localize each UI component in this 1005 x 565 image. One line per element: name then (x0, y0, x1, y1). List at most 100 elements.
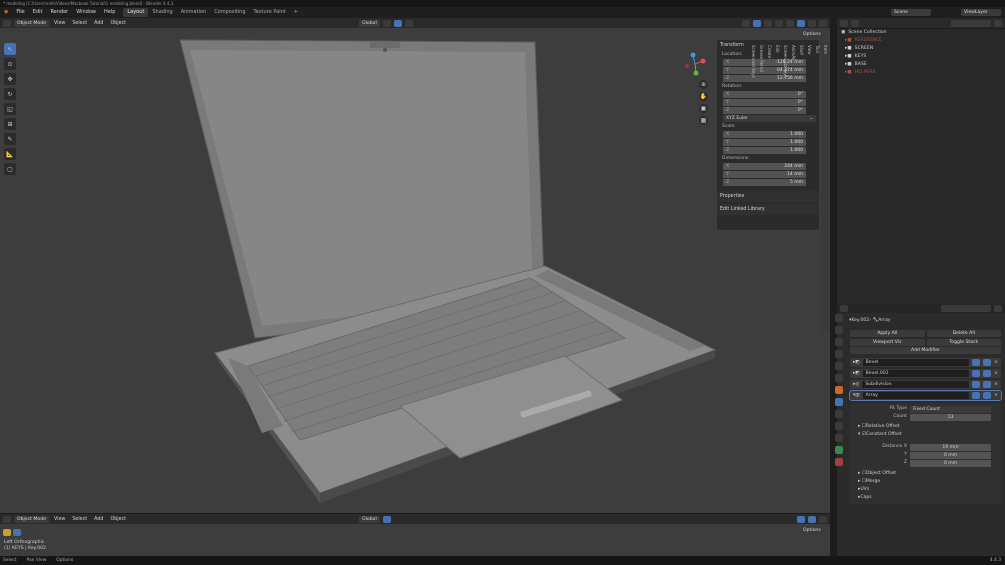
measure-tool-icon[interactable]: 📐 (4, 148, 16, 160)
pin-icon[interactable] (994, 305, 1002, 312)
zoom-icon[interactable]: ⊕ (699, 80, 708, 89)
viewport-toggle-icon[interactable] (983, 381, 992, 388)
viewport-toggle-icon[interactable] (983, 359, 992, 366)
bottom-menu-select[interactable]: Select (70, 517, 89, 522)
sidebar-tab-item[interactable]: Item (821, 42, 829, 332)
output-tab-icon[interactable] (835, 338, 843, 346)
physics-tab-icon[interactable] (835, 422, 843, 430)
wireframe-shading-icon[interactable] (786, 19, 794, 27)
tab-animation[interactable]: Animation (177, 8, 211, 17)
close-icon[interactable]: × (994, 371, 998, 376)
menu-edit[interactable]: Edit (29, 7, 47, 18)
blender-logo-icon[interactable]: ◉ (0, 7, 12, 18)
solid-shading-icon[interactable] (808, 515, 816, 523)
render-shading-icon[interactable] (819, 19, 827, 27)
scene-tab-icon[interactable] (835, 362, 843, 370)
bottom-menu-add[interactable]: Add (92, 517, 105, 522)
object-tab-icon[interactable] (835, 386, 843, 394)
overlay-icon[interactable] (764, 19, 772, 27)
sidebar-tab-grease-pencil[interactable]: Grease Pencil (757, 42, 765, 332)
annotate-tool-icon[interactable]: ✎ (4, 133, 16, 145)
outliner-item-keys[interactable]: ▸■ KEYS (837, 53, 1005, 61)
merge-subpanel[interactable]: ▸ ☐ Merge (850, 478, 1001, 486)
add-cube-tool-icon[interactable]: ▢ (4, 163, 16, 175)
tab-texture-paint[interactable]: Texture Paint (250, 8, 290, 17)
tab-compositing[interactable]: Compositing (210, 8, 249, 17)
scene-collection-row[interactable]: ▣ Scene Collection (837, 29, 1005, 37)
menu-add[interactable]: Add (92, 21, 105, 26)
particles-tab-icon[interactable] (835, 410, 843, 418)
tool-tab-icon[interactable] (835, 314, 843, 322)
modifier-name-field[interactable]: Bevel (862, 359, 970, 366)
toggle-stack-button[interactable]: Toggle Stack (926, 338, 1001, 346)
sidebar-tab-edit[interactable]: Edit (773, 42, 781, 332)
checkbox-checked-icon[interactable]: ▾ ☑ (858, 431, 866, 439)
menu-view[interactable]: View (52, 21, 67, 26)
perspective-toggle-icon[interactable]: ▦ (699, 116, 708, 125)
mode-dropdown[interactable]: Object Mode (14, 19, 49, 27)
tab-layout[interactable]: Layout (123, 8, 149, 17)
sidebar-tab-tool[interactable]: Tool (813, 42, 821, 332)
caps-subpanel[interactable]: ▸ Caps (850, 494, 1001, 502)
bottom-menu-object[interactable]: Object (108, 517, 128, 522)
snap-icon[interactable] (382, 515, 391, 523)
viewport-toggle-icon[interactable] (983, 370, 992, 377)
modifier-array[interactable]: ▾▥ Array × (849, 390, 1002, 401)
outliner-filter-icon[interactable] (851, 19, 859, 27)
menu-render[interactable]: Render (46, 7, 72, 18)
close-icon[interactable]: × (994, 360, 998, 365)
visibility-icon[interactable] (742, 19, 750, 27)
3d-viewport[interactable]: ⊕ ✋ ▣ ▦ (0, 28, 830, 513)
modifier-name-field[interactable]: Array (862, 392, 970, 399)
edit-mode-toggle-icon[interactable] (972, 370, 981, 377)
outliner-item-screen[interactable]: ▸■ SCREEN (837, 45, 1005, 53)
close-icon[interactable]: × (994, 382, 998, 387)
funnel-icon[interactable] (994, 19, 1002, 27)
orientation-dropdown[interactable]: Global (359, 19, 380, 27)
sidebar-tab-view[interactable]: View (805, 42, 813, 332)
bottom-mode-dropdown[interactable]: Object Mode (14, 515, 49, 523)
add-modifier-button[interactable]: Add Modifier (850, 347, 1001, 354)
distance-z-field[interactable]: 0 mm (910, 459, 991, 467)
constant-offset-subpanel[interactable]: ▾ ☑ Constant Offset (850, 431, 1001, 439)
modifier-name-field[interactable]: Subdivision (862, 381, 970, 388)
delete-all-button[interactable]: Delete All (926, 329, 1001, 337)
constraints-tab-icon[interactable] (835, 434, 843, 442)
add-workspace-button[interactable]: + (290, 8, 302, 17)
fit-type-dropdown[interactable]: Fixed Count (910, 405, 991, 413)
material-tab-icon[interactable] (835, 458, 843, 466)
editor-type-icon[interactable] (3, 19, 11, 27)
data-tab-icon[interactable] (835, 446, 843, 454)
options-button[interactable]: Options (800, 31, 824, 38)
properties-editor-icon[interactable] (840, 305, 848, 312)
menu-file[interactable]: File (12, 7, 28, 18)
sidebar-tab-animall[interactable]: AnimAll (789, 42, 797, 332)
scale-tool-icon[interactable]: ◱ (4, 103, 16, 115)
object-offset-subpanel[interactable]: ▸ ☐ Object Offset (850, 470, 1001, 478)
sidebar-tab-screencast-keys[interactable]: Screencast Keys (749, 42, 757, 332)
world-tab-icon[interactable] (835, 374, 843, 382)
distance-y-field[interactable]: 0 mm (910, 451, 991, 459)
outliner-item-base[interactable]: ▸■ BASE (837, 61, 1005, 69)
select-invert-icon[interactable] (33, 529, 41, 536)
properties-search-input[interactable] (941, 305, 991, 312)
move-tool-icon[interactable]: ✥ (4, 73, 16, 85)
bottom-orientation-dropdown[interactable]: Global (359, 515, 380, 523)
rotate-tool-icon[interactable]: ↻ (4, 88, 16, 100)
bottom-menu-view[interactable]: View (52, 517, 67, 522)
modifier-name-field[interactable]: Bevel.001 (862, 370, 970, 377)
material-shading-icon[interactable] (808, 19, 816, 27)
editor-type-icon[interactable] (3, 515, 11, 523)
menu-object[interactable]: Object (108, 21, 128, 26)
bottom-3d-viewport[interactable]: Left Orthographic (1) KEYS | Key.002 Opt… (0, 524, 830, 556)
modifier-subdivision[interactable]: ▸◎ Subdivision × (850, 380, 1001, 389)
sidebar-tab-create[interactable]: Create (765, 42, 773, 332)
snap-icon[interactable] (393, 19, 402, 27)
tab-shading[interactable]: Shading (148, 8, 176, 17)
pan-hand-icon[interactable]: ✋ (699, 92, 708, 101)
outliner-search-input[interactable] (951, 19, 991, 27)
distance-x-field[interactable]: 19 mm (910, 443, 991, 451)
viewport-toggle-icon[interactable] (983, 392, 992, 399)
edit-mode-toggle-icon[interactable] (972, 359, 981, 366)
transform-tool-icon[interactable]: ⊞ (4, 118, 16, 130)
